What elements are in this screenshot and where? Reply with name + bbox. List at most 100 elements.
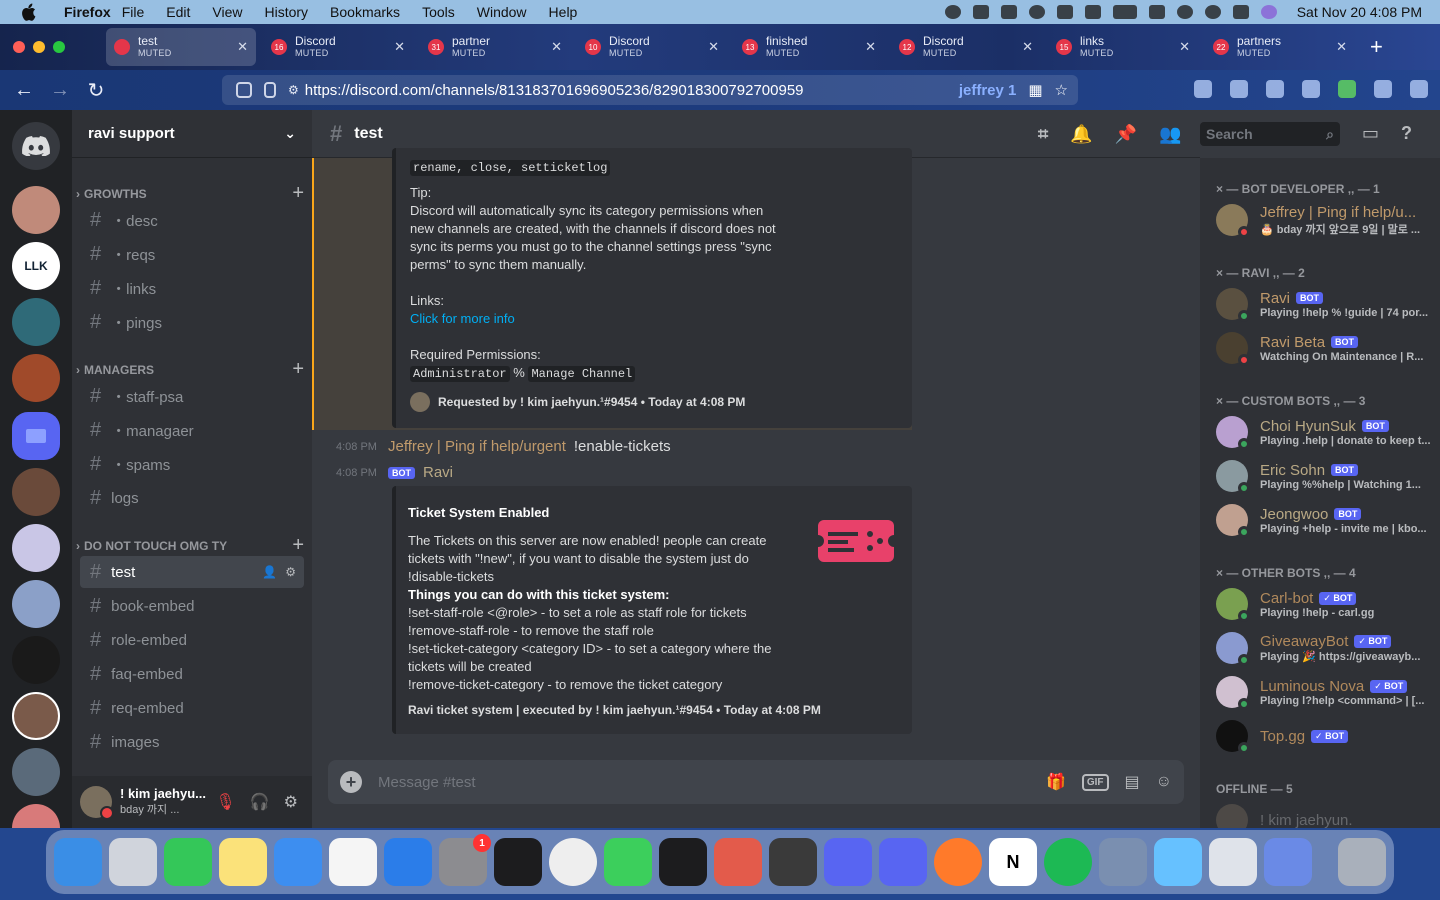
mail-icon[interactable]: [274, 838, 322, 886]
battery-icon[interactable]: [1112, 5, 1137, 19]
discord-home-icon[interactable]: [12, 122, 60, 170]
discord-icon[interactable]: [824, 838, 872, 886]
close-tab-icon[interactable]: ✕: [1179, 39, 1190, 55]
server-icon[interactable]: [12, 468, 60, 516]
channel-book-embed[interactable]: # book-embed: [80, 590, 304, 622]
reload-button[interactable]: ↻: [78, 78, 114, 103]
server-icon[interactable]: [12, 524, 60, 572]
close-tab-icon[interactable]: ✕: [551, 39, 562, 55]
invite-icon[interactable]: 👤: [262, 565, 277, 579]
username[interactable]: ! kim jaehyu...: [120, 786, 210, 802]
threads-icon[interactable]: ⌗: [1038, 124, 1048, 145]
message-input[interactable]: [378, 773, 1046, 791]
notes-icon[interactable]: [219, 838, 267, 886]
member-item[interactable]: Ravi Beta BOT Watching On Maintenance | R.…: [1216, 328, 1432, 368]
channel-test[interactable]: # test 👤 ⚙: [80, 556, 304, 588]
xcode-tools-icon[interactable]: [1099, 838, 1147, 886]
account-icon[interactable]: [1374, 80, 1392, 98]
message-author[interactable]: Jeffrey | Ping if help/urgent: [388, 438, 566, 455]
embed-more-info-link[interactable]: Click for more info: [410, 310, 515, 328]
spotify-icon[interactable]: [1044, 838, 1092, 886]
system-preferences-icon[interactable]: 1: [439, 834, 491, 886]
bookmark-star-icon[interactable]: ☆: [1055, 81, 1068, 99]
mute-mic-icon[interactable]: 🎙: [215, 792, 235, 812]
apple-icon[interactable]: [20, 3, 38, 21]
menu-tools[interactable]: Tools: [422, 4, 455, 20]
gif-icon[interactable]: GIF: [1081, 773, 1109, 791]
gift-icon[interactable]: 🎁: [1046, 772, 1066, 792]
notification-bell-icon[interactable]: 🔔: [1070, 124, 1092, 145]
permissions-icon[interactable]: ⚙: [288, 83, 299, 97]
channel-desc[interactable]: # ・desc: [80, 204, 304, 236]
server-icon[interactable]: [12, 354, 60, 402]
browser-tab[interactable]: test MUTED ✕: [106, 28, 256, 66]
url-text[interactable]: https://discord.com/channels/81318370169…: [305, 82, 804, 99]
back-button[interactable]: ←: [6, 79, 42, 102]
channel-reqs[interactable]: # ・reqs: [80, 238, 304, 270]
ublock-icon[interactable]: [1266, 80, 1284, 98]
menu-view[interactable]: View: [212, 4, 242, 20]
server-icon[interactable]: LLK: [12, 242, 60, 290]
member-item[interactable]: Top.gg ✓ BOT: [1216, 716, 1432, 756]
gear-icon[interactable]: ⚙: [285, 565, 296, 579]
trash-icon[interactable]: [1338, 838, 1386, 886]
browser-tab[interactable]: 13 finished MUTED ✕: [734, 28, 884, 66]
play-icon[interactable]: [944, 5, 961, 19]
download-icon[interactable]: [1194, 80, 1212, 98]
member-item[interactable]: Jeffrey | Ping if help/u... 🎂 bday 까지 앞으로…: [1216, 200, 1432, 240]
hamburger-menu-icon[interactable]: [1410, 80, 1428, 98]
close-tab-icon[interactable]: ✕: [1336, 39, 1347, 55]
message-author[interactable]: Ravi: [423, 464, 453, 481]
forward-button[interactable]: →: [42, 79, 78, 102]
scissors-icon[interactable]: [972, 5, 989, 19]
brave-icon[interactable]: [714, 838, 762, 886]
attach-plus-icon[interactable]: +: [340, 771, 362, 793]
menubar-clock[interactable]: Sat Nov 20 4:08 PM: [1297, 4, 1422, 20]
close-tab-icon[interactable]: ✕: [237, 39, 248, 55]
channel-role-embed[interactable]: # role-embed: [80, 624, 304, 656]
siri-icon[interactable]: [1260, 5, 1277, 19]
member-item[interactable]: Jeongwoo BOT Playing +help - invite me | k…: [1216, 500, 1432, 540]
menubar-app-name[interactable]: Firefox: [64, 4, 111, 20]
server-icon[interactable]: [12, 186, 60, 234]
photos-icon[interactable]: [329, 838, 377, 886]
member-item[interactable]: Luminous Nova ✓ BOT Playing l?help <comman…: [1216, 672, 1432, 712]
category-growths[interactable]: › GROWTHS +: [76, 182, 304, 205]
channel-spams[interactable]: # ・spams: [80, 448, 304, 480]
browser-tab[interactable]: 22 partners MUTED ✕: [1205, 28, 1355, 66]
channel-links[interactable]: # ・links: [80, 272, 304, 304]
url-bar[interactable]: ⚙ https://discord.com/channels/813183701…: [222, 75, 1078, 105]
extension-icon[interactable]: [1230, 80, 1248, 98]
member-item[interactable]: Choi HyunSuk BOT Playing .help | donate to…: [1216, 412, 1432, 452]
close-tab-icon[interactable]: ✕: [1022, 39, 1033, 55]
cursor-icon[interactable]: [1000, 5, 1017, 19]
menu-history[interactable]: History: [264, 4, 308, 20]
close-tab-icon[interactable]: ✕: [865, 39, 876, 55]
avatar[interactable]: [80, 786, 114, 820]
menu-file[interactable]: File: [122, 4, 145, 20]
server-header[interactable]: ravi support ⌄: [72, 110, 312, 158]
puzzle-icon[interactable]: [1338, 80, 1356, 98]
server-icon[interactable]: [12, 692, 60, 740]
pin-icon[interactable]: 📌: [1115, 124, 1137, 145]
preview-icon[interactable]: [769, 838, 817, 886]
messages-icon[interactable]: [164, 838, 212, 886]
shield-icon[interactable]: [236, 82, 252, 98]
safari-icon[interactable]: [1154, 838, 1202, 886]
terminal-icon[interactable]: [659, 838, 707, 886]
app-store-icon[interactable]: [384, 838, 432, 886]
add-channel-icon[interactable]: +: [292, 358, 304, 381]
close-window-button[interactable]: [13, 41, 25, 53]
close-tab-icon[interactable]: ✕: [394, 39, 405, 55]
search-icon[interactable]: [1176, 5, 1193, 19]
server-icon[interactable]: [12, 636, 60, 684]
facetime-icon[interactable]: [604, 838, 652, 886]
server-icon[interactable]: [12, 580, 60, 628]
user-settings-gear-icon[interactable]: ⚙: [284, 792, 298, 812]
channel-req-embed[interactable]: # req-embed: [80, 692, 304, 724]
channel-faq-embed[interactable]: # faq-embed: [80, 658, 304, 690]
inbox-icon[interactable]: ▭: [1362, 123, 1379, 144]
channel-managaer[interactable]: # ・managaer: [80, 414, 304, 446]
browser-tab[interactable]: 10 Discord MUTED ✕: [577, 28, 727, 66]
member-item[interactable]: Eric Sohn BOT Playing %%help | Watching 1.…: [1216, 456, 1432, 496]
